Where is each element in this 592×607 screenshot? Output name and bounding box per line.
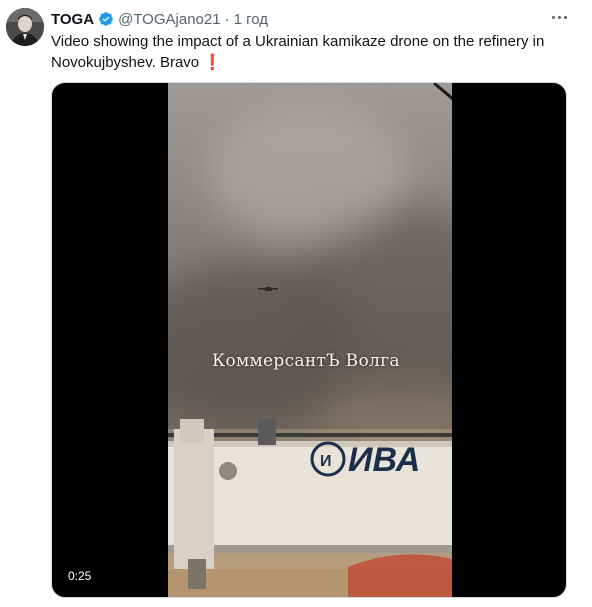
verified-badge-icon [99,12,113,26]
video-player[interactable]: КоммерсантЪ Волга И ИВА 0:25 [51,82,567,598]
wire [433,83,452,101]
tweet-header: TOGA @TOGAjano21 · 1 год [51,9,268,29]
tweet[interactable]: TOGA @TOGAjano21 · 1 год Video showing t… [0,0,592,607]
avatar-photo [6,8,44,46]
drone-silhouette [258,287,278,291]
more-button[interactable] [546,6,572,28]
crane-logo-text: ИВА [348,441,420,479]
video-duration: 0:25 [68,569,92,583]
more-icon [550,15,568,19]
display-name[interactable]: TOGA [51,11,94,28]
timestamp[interactable]: 1 год [234,11,268,28]
crane-truck: И ИВА [168,419,452,597]
handle[interactable]: @TOGAjano21 [118,11,221,28]
separator-dot: · [224,10,230,28]
tweet-text-body: Video showing the impact of a Ukrainian … [51,33,545,71]
avatar[interactable] [6,8,44,46]
svg-text:И: И [320,453,332,470]
exclamation-emoji: ❗ [203,54,222,71]
video-frame: КоммерсантЪ Волга И ИВА [168,83,452,597]
video-watermark: КоммерсантЪ Волга [212,351,400,371]
tweet-text: Video showing the impact of a Ukrainian … [51,31,571,73]
